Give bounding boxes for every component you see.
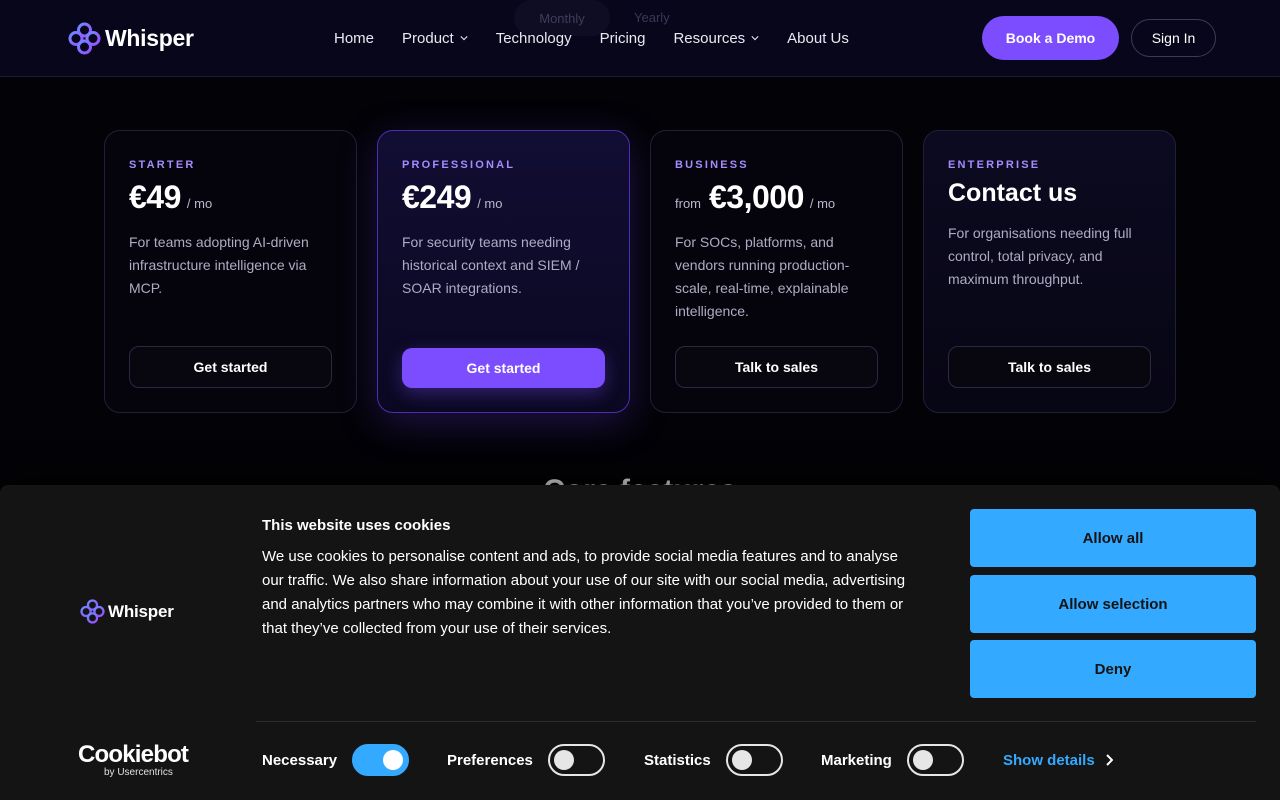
whisper-logo-icon <box>80 599 105 624</box>
plan-card-enterprise: ENTERPRISE Contact us For organisations … <box>923 130 1176 413</box>
consent-preferences: Preferences <box>447 744 605 776</box>
cookiebot-wordmark: Cookiebot <box>78 741 189 768</box>
cookie-body: We use cookies to personalise content an… <box>262 548 906 637</box>
consent-marketing-toggle[interactable] <box>906 744 964 776</box>
nav-about-us[interactable]: About Us <box>787 30 849 47</box>
nav-resources-label: Resources <box>673 29 746 47</box>
plan-price: €3,000 <box>709 179 804 215</box>
enterprise-talk-to-sales-button[interactable]: Talk to sales <box>948 346 1151 388</box>
allow-selection-button[interactable]: Allow selection <box>970 575 1256 633</box>
consent-preferences-toggle[interactable] <box>547 744 605 776</box>
show-details-label: Show details <box>1003 751 1095 769</box>
plan-contact-heading: Contact us <box>948 179 1078 207</box>
plan-price-prefix: from <box>675 196 701 211</box>
nav-pricing[interactable]: Pricing <box>600 30 646 47</box>
cookie-brand-logo: Whisper <box>80 599 174 624</box>
nav-technology[interactable]: Technology <box>496 30 572 47</box>
consent-statistics: Statistics <box>644 744 783 776</box>
plan-description: For organisations needing full control, … <box>948 225 1132 287</box>
cookie-brand-name: Whisper <box>108 601 174 621</box>
plan-description: For SOCs, platforms, and vendors running… <box>675 234 850 319</box>
nav-product-label: Product <box>402 29 454 47</box>
billing-toggle-yearly[interactable]: Yearly <box>634 10 670 25</box>
starter-get-started-button[interactable]: Get started <box>129 346 332 388</box>
show-details-link[interactable]: Show details <box>1003 749 1113 771</box>
toggle-knob <box>731 750 752 770</box>
allow-all-button[interactable]: Allow all <box>970 509 1256 567</box>
plan-period: / mo <box>186 196 213 211</box>
nav-about-label: About Us <box>787 29 849 47</box>
nav-home[interactable]: Home <box>334 30 374 47</box>
plan-period: / mo <box>477 196 503 211</box>
plan-tier: STARTER <box>129 159 196 171</box>
consent-necessary-toggle[interactable] <box>352 744 410 776</box>
toggle-knob <box>912 750 933 770</box>
consent-marketing: Marketing <box>821 744 964 776</box>
professional-get-started-button[interactable]: Get started <box>402 348 605 388</box>
main-nav: Home Product Technology Pricing Resource… <box>334 28 849 48</box>
business-talk-to-sales-button[interactable]: Talk to sales <box>675 346 878 388</box>
cookiebot-tagline: by Usercentrics <box>104 767 173 778</box>
book-demo-button[interactable]: Book a Demo <box>982 16 1119 60</box>
consent-marketing-label: Marketing <box>821 751 892 769</box>
plan-description: For teams adopting AI-driven infrastruct… <box>129 234 309 296</box>
chevron-down-icon <box>460 36 468 41</box>
sign-in-button[interactable]: Sign In <box>1131 19 1216 57</box>
deny-button[interactable]: Deny <box>970 640 1256 698</box>
cookie-title: This website uses cookies <box>262 517 451 534</box>
nav-resources[interactable]: Resources <box>673 30 759 47</box>
consent-preferences-label: Preferences <box>447 751 533 769</box>
cookie-banner: Whisper This website uses cookies We use… <box>0 485 1280 800</box>
plan-tier: PROFESSIONAL <box>402 159 516 171</box>
nav-product[interactable]: Product <box>402 30 468 47</box>
cookiebot-logo[interactable]: Cookiebot by Usercentrics <box>78 741 189 779</box>
plan-tier: ENTERPRISE <box>948 159 1041 171</box>
consent-necessary: Necessary <box>262 744 410 776</box>
chevron-down-icon <box>751 36 759 41</box>
plan-price: €49 <box>129 179 181 215</box>
site-header: Whisper Monthly Yearly Home Product Tech… <box>0 0 1280 77</box>
consent-necessary-label: Necessary <box>262 751 338 769</box>
plan-tier: BUSINESS <box>675 159 749 171</box>
whisper-logo-icon <box>68 22 101 54</box>
plan-description: For security teams needing historical co… <box>402 234 580 296</box>
consent-statistics-label: Statistics <box>644 751 711 769</box>
toggle-knob <box>383 750 404 770</box>
plan-price: €249 <box>402 179 472 215</box>
consent-statistics-toggle[interactable] <box>725 744 783 776</box>
cookie-divider <box>256 721 1256 722</box>
brand-name: Whisper <box>105 24 194 51</box>
chevron-right-icon <box>1105 754 1113 766</box>
toggle-knob <box>553 750 574 770</box>
nav-technology-label: Technology <box>495 29 572 47</box>
plan-card-business: BUSINESS from €3,000 / mo For SOCs, plat… <box>650 130 903 413</box>
plan-card-starter: STARTER €49 / mo For teams adopting AI-d… <box>104 130 357 413</box>
plan-price-row: from €3,000 / mo <box>675 179 835 216</box>
plan-price-row: €49 / mo <box>129 179 212 216</box>
plan-price-row: €249 / mo <box>402 179 502 216</box>
plan-period: / mo <box>809 196 836 211</box>
brand-logo[interactable]: Whisper <box>68 22 194 54</box>
nav-home-label: Home <box>334 29 375 47</box>
plan-card-professional: PROFESSIONAL €249 / mo For security team… <box>377 130 630 413</box>
nav-pricing-label: Pricing <box>599 29 646 47</box>
